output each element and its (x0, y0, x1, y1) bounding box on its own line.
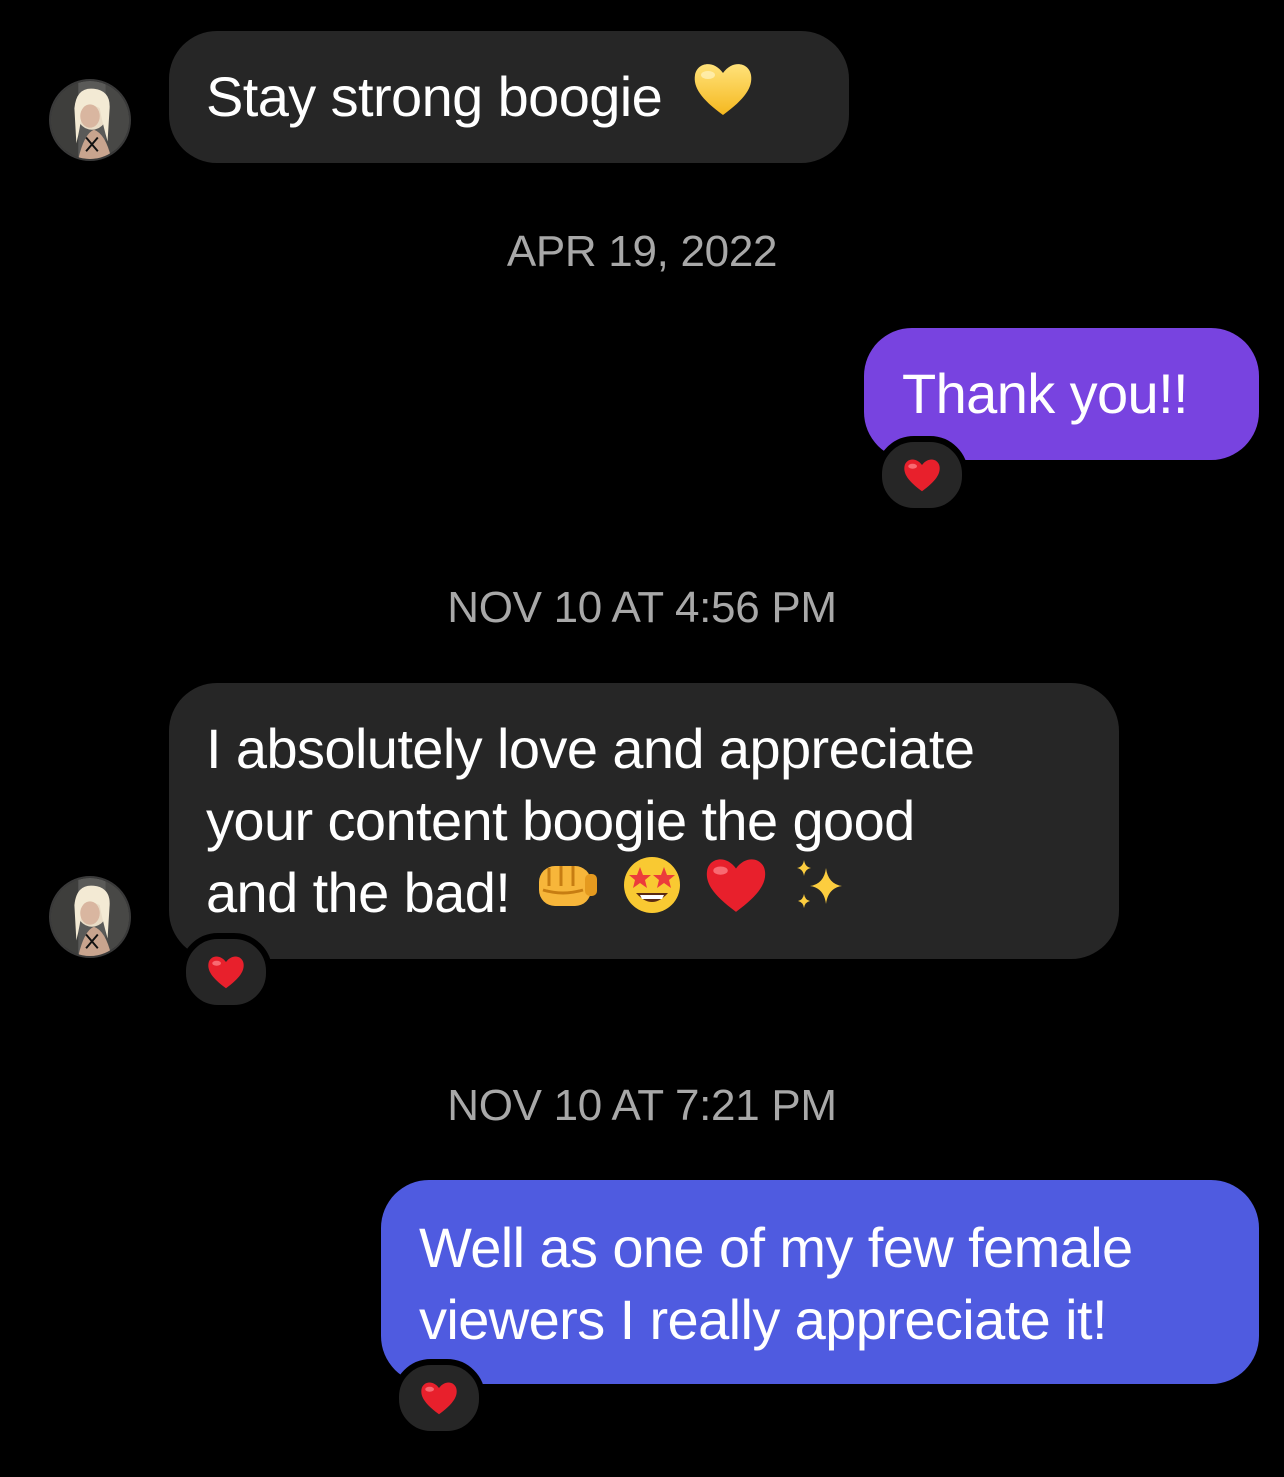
timestamp-divider: NOV 10 AT 4:56 PM (447, 583, 837, 632)
message-text: Thank you!! (902, 362, 1189, 425)
sender-avatar[interactable] (49, 79, 131, 161)
avatar-image (51, 81, 129, 159)
yellow-heart-emoji (691, 59, 755, 136)
message-text-line: your content boogie the good (206, 789, 915, 852)
sparkles-emoji (790, 854, 850, 933)
red-heart-icon (421, 1382, 457, 1415)
message-text-line: Well as one of my few female (419, 1216, 1133, 1279)
reaction-badge[interactable] (876, 436, 968, 514)
oncoming-fist-emoji (535, 856, 601, 931)
red-heart-icon (208, 956, 244, 989)
avatar-image (51, 878, 129, 956)
red-heart-emoji (703, 854, 769, 933)
sender-avatar[interactable] (49, 876, 131, 958)
message-bubble-incoming[interactable]: Stay strong boogie (169, 31, 849, 163)
timestamp-divider: APR 19, 2022 (506, 227, 778, 276)
reaction-badge[interactable] (393, 1359, 485, 1437)
reaction-badge[interactable] (180, 933, 272, 1011)
message-text-line: viewers I really appreciate it! (419, 1288, 1108, 1351)
message-text: Stay strong boogie (206, 65, 663, 128)
message-bubble-outgoing[interactable]: Well as one of my few female viewers I r… (381, 1180, 1259, 1384)
message-text-line: I absolutely love and appreciate (206, 717, 975, 780)
message-text-line: and the bad! (206, 861, 511, 924)
timestamp-divider: NOV 10 AT 7:21 PM (447, 1081, 837, 1130)
message-bubble-incoming[interactable]: I absolutely love and appreciate your co… (169, 683, 1119, 959)
star-struck-emoji (620, 853, 684, 934)
red-heart-icon (904, 459, 940, 492)
